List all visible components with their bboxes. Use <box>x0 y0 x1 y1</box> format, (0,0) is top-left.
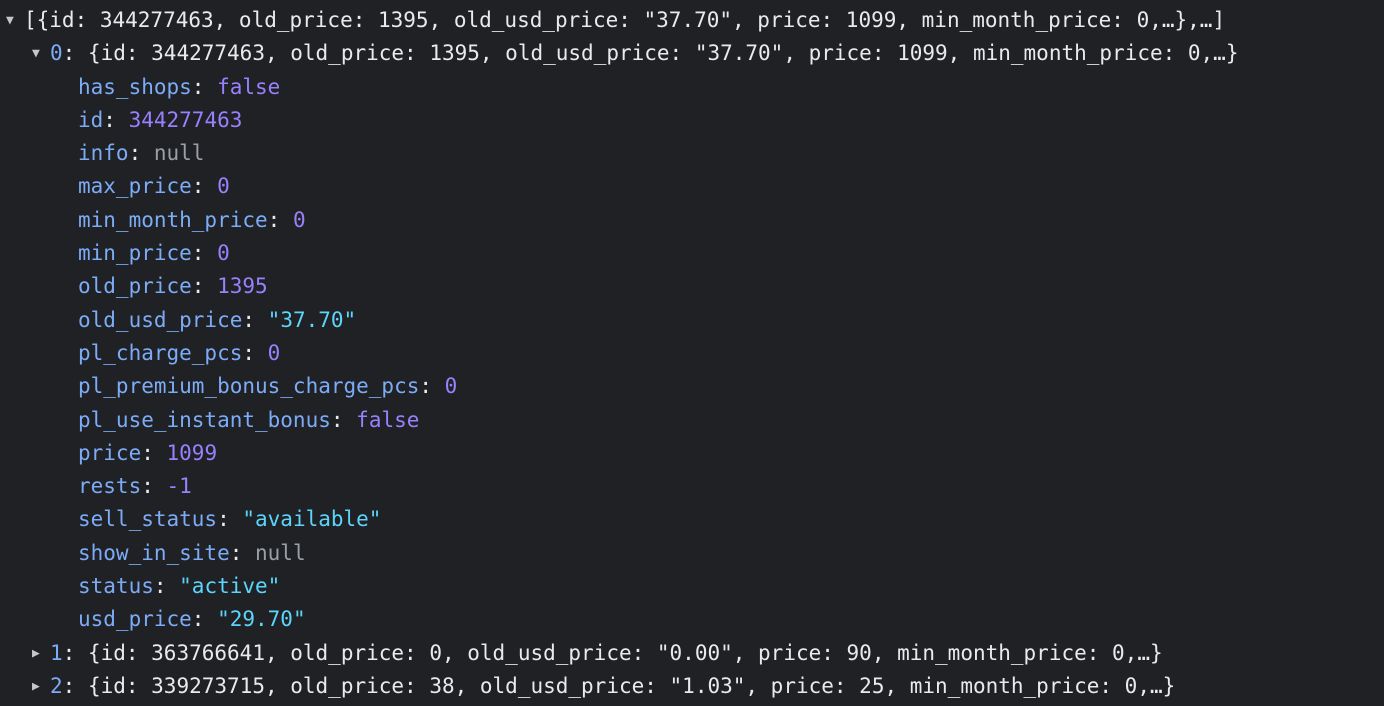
property-row-old-usd-price[interactable]: old_usd_price: "37.70" <box>0 304 1384 337</box>
colon-separator: : <box>330 407 357 432</box>
array-item-preview: {id: 339273715, old_price: 38, old_usd_p… <box>87 673 1176 698</box>
property-row-status[interactable]: status: "active" <box>0 570 1384 603</box>
property-value: 0 <box>444 374 458 399</box>
colon-separator: : <box>267 207 293 232</box>
array-item-row-0[interactable]: ▼ 0: {id: 344277463, old_price: 1395, old… <box>0 37 1384 70</box>
colon-separator: : <box>141 474 167 499</box>
property-key: pl_charge_pcs <box>78 340 243 365</box>
root-array-row[interactable]: ▼ [{id: 344277463, old_price: 1395, old_u… <box>0 4 1384 37</box>
property-key: has_shops <box>78 74 192 99</box>
property-key: old_usd_price <box>78 307 243 332</box>
property-row-price[interactable]: price: 1099 <box>0 437 1384 470</box>
property-value: 0 <box>217 174 230 199</box>
array-item-preview: {id: 363766641, old_price: 0, old_usd_pr… <box>87 640 1163 665</box>
colon-separator: : <box>191 274 218 299</box>
property-row-old-price[interactable]: old_price: 1395 <box>0 270 1384 303</box>
property-row-min-price[interactable]: min_price: 0 <box>0 237 1384 270</box>
colon-separator: : <box>153 574 180 599</box>
object-properties: has_shops: false id: 344277463 info: null m… <box>0 71 1384 637</box>
colon-separator: : <box>191 607 218 632</box>
property-value: 0 <box>267 340 281 365</box>
colon-separator: : <box>191 74 218 99</box>
colon-separator: : <box>141 440 167 465</box>
property-row-has-shops[interactable]: has_shops: false <box>0 71 1384 104</box>
property-value: null <box>153 141 205 166</box>
property-key: max_price <box>78 174 192 199</box>
colon-separator: : <box>229 540 256 565</box>
property-key: min_price <box>78 241 192 266</box>
property-row-pl-use-instant-bonus[interactable]: pl_use_instant_bonus: false <box>0 404 1384 437</box>
property-row-id[interactable]: id: 344277463 <box>0 104 1384 137</box>
json-response-viewer: ▼ [{id: 344277463, old_price: 1395, old_u… <box>0 0 1384 706</box>
root-array-preview: [{id: 344277463, old_price: 1395, old_us… <box>24 8 1226 32</box>
property-value: false <box>217 74 281 99</box>
property-row-pl-premium-bonus-charge-pcs[interactable]: pl_premium_bonus_charge_pcs: 0 <box>0 370 1384 403</box>
property-value: null <box>255 540 306 565</box>
triangle-right-icon[interactable]: ▶ <box>32 670 50 703</box>
array-item-index: 0 <box>50 41 63 66</box>
property-value: "29.70" <box>217 607 306 632</box>
array-item-preview: {id: 344277463, old_price: 1395, old_usd… <box>87 41 1239 66</box>
colon-separator: : <box>62 640 88 665</box>
property-row-max-price[interactable]: max_price: 0 <box>0 170 1384 203</box>
property-value: 0 <box>217 241 230 266</box>
property-value: "active" <box>179 574 281 599</box>
array-item-row-2[interactable]: ▶ 2: {id: 339273715, old_price: 38, old_u… <box>0 670 1384 703</box>
property-value: 1099 <box>166 440 218 465</box>
property-key: pl_use_instant_bonus <box>78 407 331 432</box>
property-row-info[interactable]: info: null <box>0 137 1384 170</box>
colon-separator: : <box>242 307 268 332</box>
property-row-show-in-site[interactable]: show_in_site: null <box>0 537 1384 570</box>
property-key: price <box>78 440 142 465</box>
colon-separator: : <box>103 107 129 132</box>
colon-separator: : <box>191 241 218 266</box>
colon-separator: : <box>62 673 88 698</box>
property-row-min-month-price[interactable]: min_month_price: 0 <box>0 204 1384 237</box>
array-item-index: 1 <box>50 640 63 665</box>
array-item-row-1[interactable]: ▶ 1: {id: 363766641, old_price: 0, old_us… <box>0 637 1384 670</box>
property-row-sell-status[interactable]: sell_status: "available" <box>0 503 1384 536</box>
property-key: min_month_price <box>78 207 268 232</box>
property-key: show_in_site <box>78 540 230 565</box>
array-item-index: 2 <box>50 673 63 698</box>
property-value: 344277463 <box>128 107 243 132</box>
property-value: 1395 <box>217 274 268 299</box>
colon-separator: : <box>191 174 218 199</box>
triangle-down-icon[interactable]: ▼ <box>6 4 24 37</box>
property-key: status <box>78 574 154 599</box>
triangle-down-icon[interactable]: ▼ <box>32 37 50 70</box>
colon-separator: : <box>419 374 445 399</box>
colon-separator: : <box>62 41 88 66</box>
property-value: 0 <box>292 207 306 232</box>
property-key: id <box>78 107 104 132</box>
property-row-usd-price[interactable]: usd_price: "29.70" <box>0 603 1384 636</box>
property-key: sell_status <box>78 507 218 532</box>
property-key: rests <box>78 474 142 499</box>
property-key: usd_price <box>78 607 192 632</box>
property-value: -1 <box>166 474 192 499</box>
property-value: "37.70" <box>267 307 357 332</box>
property-key: pl_premium_bonus_charge_pcs <box>78 374 420 399</box>
property-row-pl-charge-pcs[interactable]: pl_charge_pcs: 0 <box>0 337 1384 370</box>
triangle-right-icon[interactable]: ▶ <box>32 637 50 670</box>
colon-separator: : <box>242 340 268 365</box>
property-key: info <box>78 141 129 166</box>
property-row-rests[interactable]: rests: -1 <box>0 470 1384 503</box>
property-value: "available" <box>242 507 382 532</box>
property-value: false <box>356 407 420 432</box>
colon-separator: : <box>128 141 154 166</box>
property-key: old_price <box>78 274 192 299</box>
colon-separator: : <box>217 507 243 532</box>
